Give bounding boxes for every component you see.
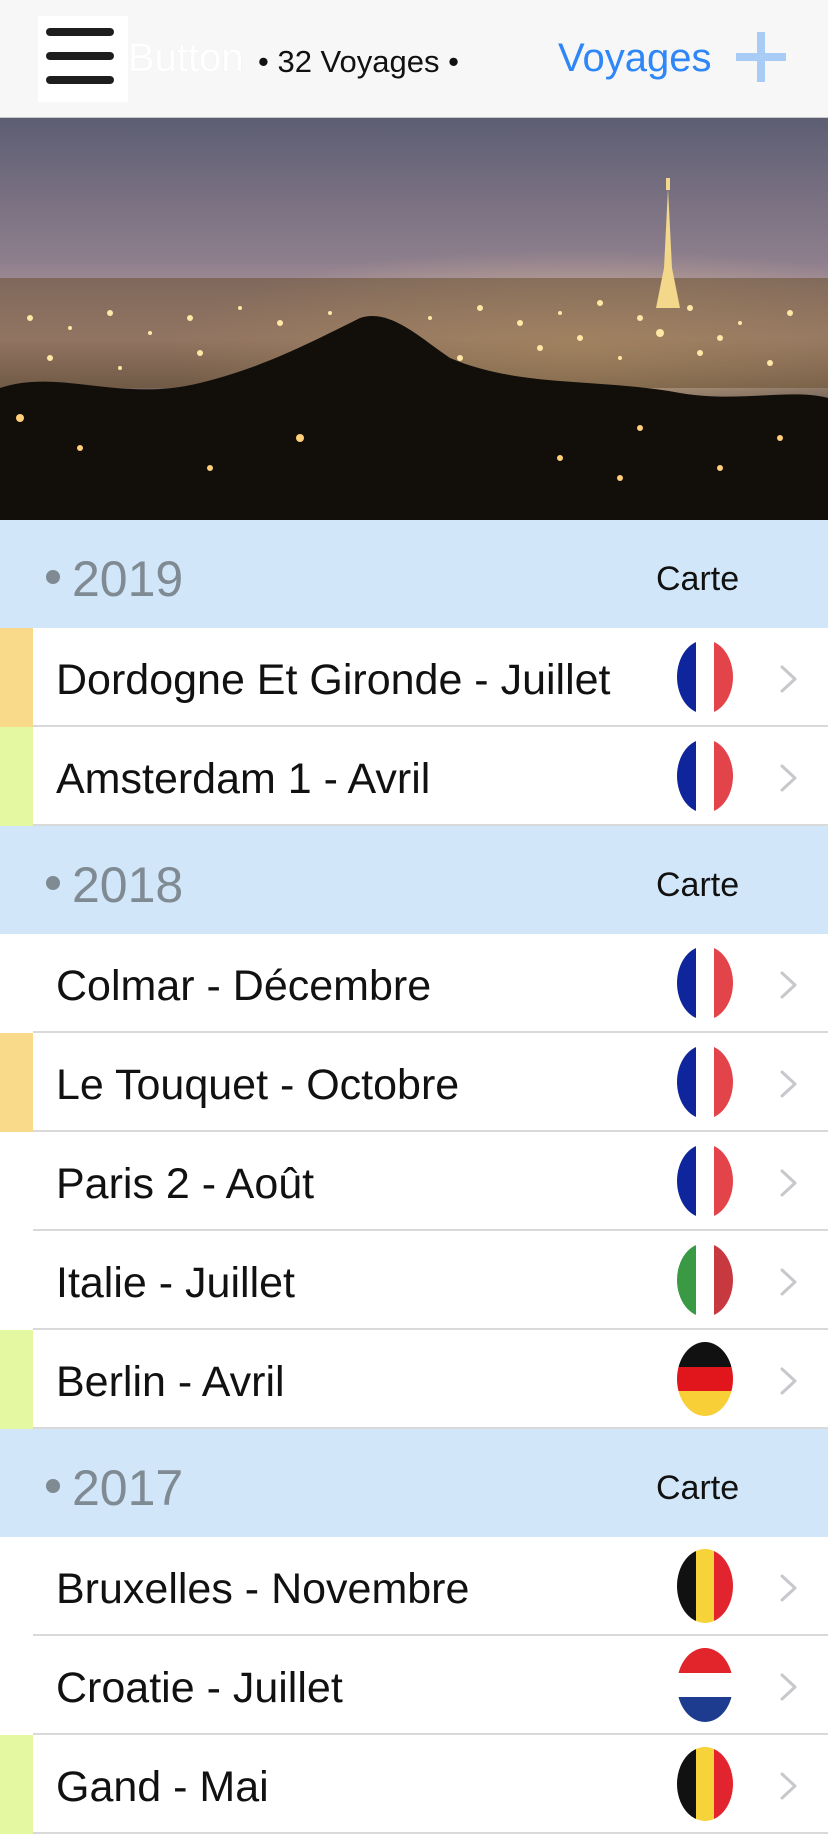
map-button[interactable]: Carte xyxy=(656,866,739,905)
chevron-right-icon xyxy=(780,1772,797,1800)
city-night-photo xyxy=(0,118,828,520)
status-marker xyxy=(0,1636,33,1735)
list-item[interactable]: Le Touquet - Octobre xyxy=(0,1033,828,1132)
section-header-2018: 2018 Carte xyxy=(0,826,828,934)
status-marker xyxy=(0,628,33,727)
voyages-list: 2019 Carte Dordogne Et Gironde - Juillet Am… xyxy=(0,520,828,1834)
voyage-title: Amsterdam 1 - Avril xyxy=(56,755,431,803)
header-photo xyxy=(0,118,828,520)
section-year: 2018 xyxy=(72,857,184,913)
voyage-title: Italie - Juillet xyxy=(56,1259,295,1307)
voyage-title: Paris 2 - Août xyxy=(56,1160,315,1208)
voyage-title: Dordogne Et Gironde - Juillet xyxy=(56,656,611,704)
list-item[interactable]: Italie - Juillet xyxy=(0,1231,828,1330)
france-flag-icon xyxy=(677,946,733,1020)
voyages-count: • 32 Voyages • xyxy=(258,44,459,79)
status-marker xyxy=(0,727,33,826)
plus-icon[interactable] xyxy=(736,32,786,82)
croatia-flag-icon xyxy=(677,1648,733,1722)
chevron-right-icon xyxy=(780,1070,797,1098)
status-marker xyxy=(0,1231,33,1330)
menu-line xyxy=(46,52,114,60)
section-year: 2017 xyxy=(72,1460,184,1516)
placeholder-button[interactable]: Button xyxy=(128,36,244,81)
france-flag-icon xyxy=(677,1144,733,1218)
section-header-2017: 2017 Carte xyxy=(0,1429,828,1537)
list-item[interactable]: Croatie - Juillet xyxy=(0,1636,828,1735)
voyage-title: Berlin - Avril xyxy=(56,1358,285,1406)
status-marker xyxy=(0,1330,33,1429)
status-marker xyxy=(0,1033,33,1132)
voyage-title: Bruxelles - Novembre xyxy=(56,1565,470,1613)
hamburger-icon[interactable] xyxy=(38,16,128,102)
chevron-right-icon xyxy=(780,1169,797,1197)
voyages-button[interactable]: Voyages xyxy=(558,36,711,81)
list-item[interactable]: Amsterdam 1 - Avril xyxy=(0,727,828,826)
chevron-right-icon xyxy=(780,1673,797,1701)
status-marker xyxy=(0,1132,33,1231)
chevron-right-icon xyxy=(780,1268,797,1296)
voyage-title: Gand - Mai xyxy=(56,1763,269,1811)
voyage-title: Le Touquet - Octobre xyxy=(56,1061,460,1109)
map-button[interactable]: Carte xyxy=(656,560,739,599)
menu-line xyxy=(46,76,114,84)
list-item[interactable]: Berlin - Avril xyxy=(0,1330,828,1429)
france-flag-icon xyxy=(677,739,733,813)
list-item[interactable]: Paris 2 - Août xyxy=(0,1132,828,1231)
navigation-bar: Button • 32 Voyages • Voyages xyxy=(0,0,828,118)
section-year: 2019 xyxy=(72,551,184,607)
menu-line xyxy=(46,28,114,36)
voyage-title: Colmar - Décembre xyxy=(56,962,432,1010)
france-flag-icon xyxy=(677,640,733,714)
list-item[interactable]: Bruxelles - Novembre xyxy=(0,1537,828,1636)
belgium-flag-icon xyxy=(677,1747,733,1821)
list-item[interactable]: Gand - Mai xyxy=(0,1735,828,1834)
bullet-dot xyxy=(46,1479,60,1493)
section-header-2019: 2019 Carte xyxy=(0,520,828,628)
list-item[interactable]: Dordogne Et Gironde - Juillet xyxy=(0,628,828,727)
chevron-right-icon xyxy=(780,665,797,693)
bullet-dot xyxy=(46,876,60,890)
belgium-flag-icon xyxy=(677,1549,733,1623)
germany-flag-icon xyxy=(677,1342,733,1416)
status-marker xyxy=(0,1537,33,1636)
bullet-dot xyxy=(46,570,60,584)
italy-flag-icon xyxy=(677,1243,733,1317)
status-marker xyxy=(0,934,33,1033)
chevron-right-icon xyxy=(780,1574,797,1602)
list-item[interactable]: Colmar - Décembre xyxy=(0,934,828,1033)
voyage-title: Croatie - Juillet xyxy=(56,1664,343,1712)
chevron-right-icon xyxy=(780,1367,797,1395)
map-button[interactable]: Carte xyxy=(656,1469,739,1508)
chevron-right-icon xyxy=(780,971,797,999)
chevron-right-icon xyxy=(780,764,797,792)
france-flag-icon xyxy=(677,1045,733,1119)
status-marker xyxy=(0,1735,33,1834)
